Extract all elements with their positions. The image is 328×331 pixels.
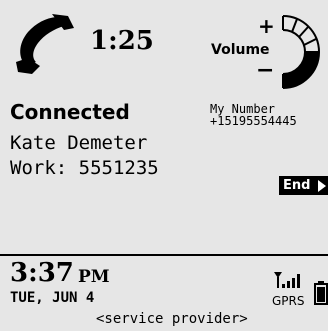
end-call-button[interactable]: End	[279, 176, 328, 195]
call-status: Connected	[10, 100, 130, 124]
end-arrow-icon	[318, 180, 326, 192]
volume-up-label: +	[258, 14, 275, 38]
service-provider: <service provider>	[96, 311, 248, 327]
volume-down-label: −	[256, 58, 275, 83]
clock-date: TUE, JUN 4	[10, 290, 95, 306]
battery-icon	[314, 281, 328, 305]
contact-number: Work: 5551235	[10, 157, 159, 179]
network-type: GPRS	[272, 294, 305, 308]
phone-handset-icon	[16, 14, 74, 74]
end-call-label: End	[283, 178, 311, 193]
contact-name: Kate Demeter	[10, 132, 148, 154]
volume-label: Volume	[211, 42, 270, 58]
signal-strength-icon	[274, 272, 300, 288]
status-divider	[0, 254, 328, 256]
call-timer: 1:25	[90, 26, 154, 56]
clock-time: 3:37	[10, 258, 74, 288]
my-number-value: +15195554445	[210, 114, 297, 128]
clock-ampm: PM	[78, 267, 110, 287]
